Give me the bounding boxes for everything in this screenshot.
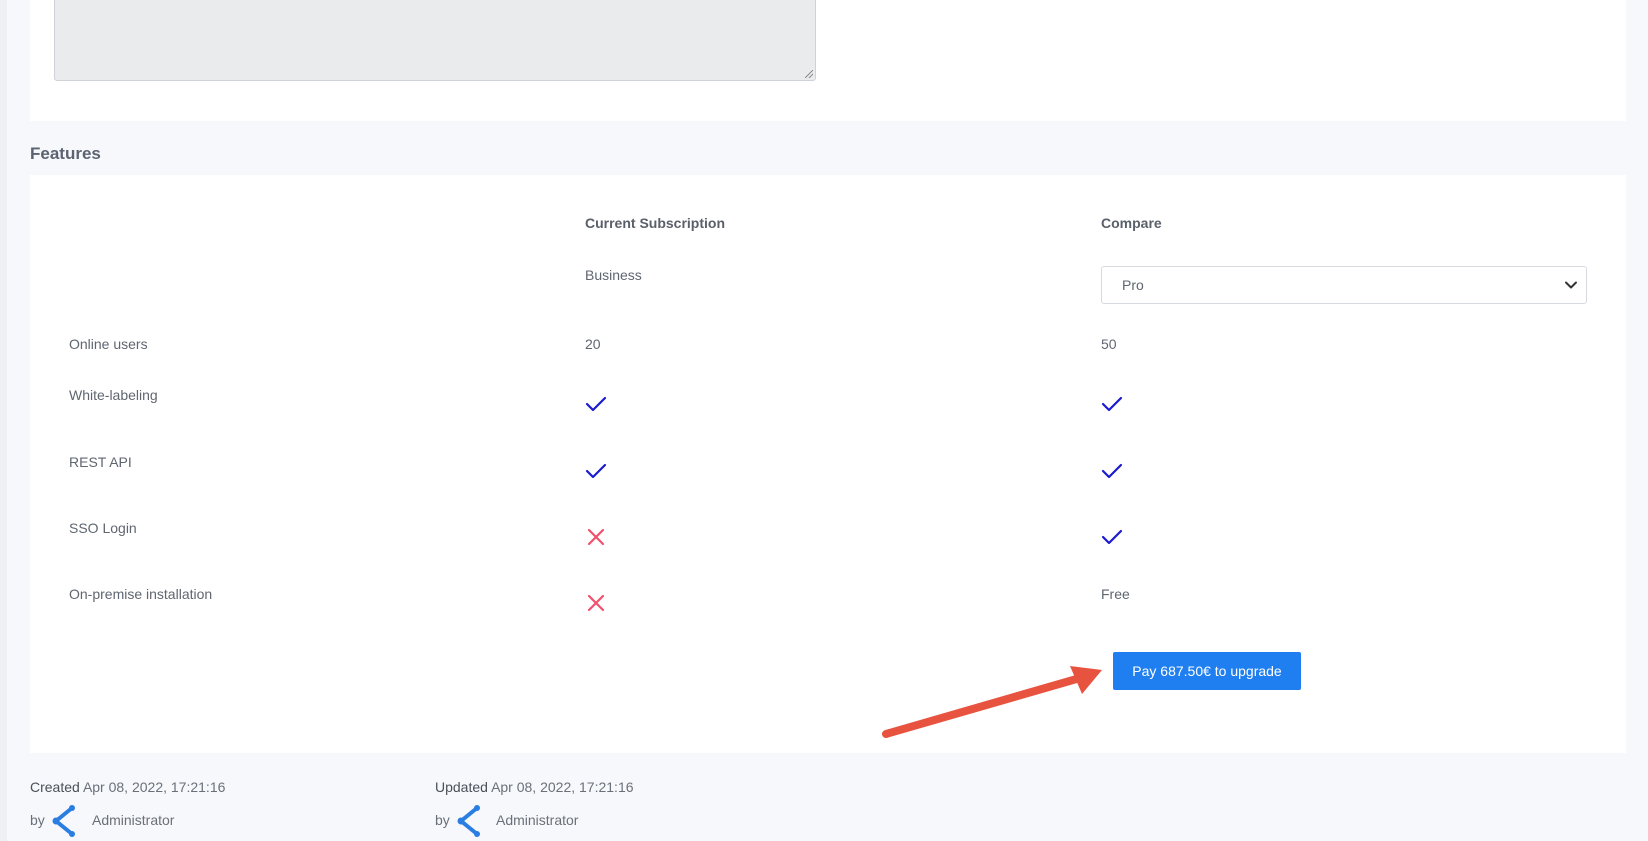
online-users-compare: 50 [1101,336,1117,352]
row-label-online-users: Online users [69,336,148,352]
updated-label: Updated [435,779,488,795]
check-icon [585,396,607,412]
annotation-arrow-icon [882,666,1102,738]
row-label-rest-api: REST API [69,454,132,470]
features-title: Features [30,144,101,163]
description-card [30,0,1626,121]
page-left-edge [0,0,7,841]
online-users-current: 20 [585,336,601,352]
user-avatar-icon [52,805,75,837]
check-icon [585,463,607,479]
current-plan-name: Business [585,267,642,283]
row-label-sso-login: SSO Login [69,520,137,536]
row-label-white-labeling: White-labeling [69,387,158,403]
chevron-down-icon [1565,281,1577,289]
created-by-label: by [30,812,45,828]
created-date: Apr 08, 2022, 17:21:16 [82,779,226,795]
created-info: Created Apr 08, 2022, 17:21:16 [30,779,225,795]
created-label: Created [30,779,80,795]
resize-handle[interactable] [805,70,813,78]
updated-by-label: by [435,812,450,828]
compare-plan-select[interactable]: Pro [1101,266,1587,304]
cross-icon [587,594,605,612]
updated-info: Updated Apr 08, 2022, 17:21:16 [435,779,634,795]
compare-header: Compare [1101,215,1162,231]
features-card: Current Subscription Compare Business Pr… [30,175,1626,753]
current-subscription-header: Current Subscription [585,215,726,231]
updated-by-name[interactable]: Administrator [496,812,578,828]
cross-icon [587,528,605,546]
updated-date: Apr 08, 2022, 17:21:16 [491,779,634,795]
on-premise-compare: Free [1101,586,1130,602]
check-icon [1101,463,1123,479]
created-by-name[interactable]: Administrator [92,812,174,828]
description-textarea[interactable] [54,0,816,81]
compare-plan-selected: Pro [1122,277,1144,293]
row-label-on-premise: On-premise installation [69,586,213,602]
check-icon [1101,529,1123,545]
pay-upgrade-button[interactable]: Pay 687.50€ to upgrade [1113,652,1301,690]
user-avatar-icon [457,805,480,837]
check-icon [1101,396,1123,412]
